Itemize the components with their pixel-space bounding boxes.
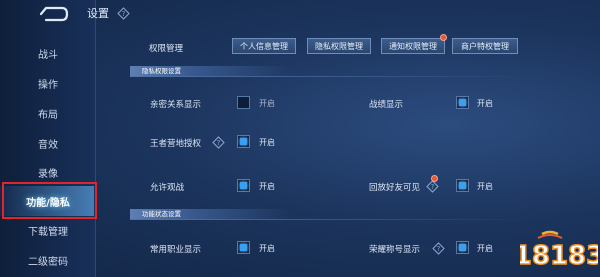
svg-text:?: ? (217, 139, 221, 147)
record-display-toggle-label: 开启 (477, 99, 493, 108)
record-display-checkbox[interactable] (456, 96, 469, 109)
merchant-privilege-button[interactable]: 商户特权管理 (452, 38, 518, 54)
help-icon[interactable]: ? (212, 136, 225, 149)
honor-title-display-label: 荣耀称号显示 (369, 245, 421, 255)
honor-title-display-checkbox[interactable] (456, 241, 469, 254)
personal-info-button[interactable]: 个人信息管理 (232, 38, 296, 54)
sidebar-item-replay[interactable]: 录像 (0, 162, 96, 182)
replay-friends-visible-label: 回放好友可见 (369, 183, 421, 193)
sidebar-item-label: 战斗 (38, 49, 58, 61)
section-header-function: 功能状态设置 (130, 209, 290, 219)
back-arrow-icon[interactable] (38, 5, 70, 23)
section-divider (130, 219, 530, 220)
intimacy-display-toggle-label: 开启 (259, 99, 275, 108)
permissions-label: 权限管理 (149, 44, 184, 54)
honor-title-display-toggle-label: 开启 (477, 244, 493, 253)
page-title: 设置 (87, 7, 109, 20)
camp-authorization-checkbox[interactable] (237, 135, 250, 148)
notification-dot (440, 34, 447, 41)
camp-authorization-toggle-label: 开启 (259, 138, 275, 147)
common-role-display-toggle-label: 开启 (259, 244, 275, 253)
sidebar-item-layout[interactable]: 布局 (0, 103, 96, 123)
sidebar-item-label: 音效 (38, 139, 58, 151)
intimacy-display-checkbox[interactable] (237, 96, 250, 109)
watermark-logo: 18183 (520, 230, 598, 272)
svg-text:?: ? (122, 10, 126, 18)
watermark-text: 18183 (520, 241, 598, 271)
privacy-permission-button[interactable]: 隐私权限管理 (307, 38, 371, 54)
help-icon[interactable]: ? (432, 242, 445, 255)
allow-spectate-toggle-label: 开启 (259, 182, 275, 191)
sidebar-item-controls[interactable]: 操作 (0, 73, 96, 93)
sidebar: 战斗 操作 布局 音效 录像 功能/隐私 下载管理 二级密码 (0, 0, 96, 277)
highlight-box (2, 182, 97, 219)
sidebar-item-label: 下载管理 (28, 226, 68, 238)
allow-spectate-label: 允许观战 (150, 183, 185, 193)
section-header-privacy: 隐私权限设置 (130, 66, 290, 76)
sidebar-item-label: 二级密码 (28, 256, 68, 268)
sidebar-item-battle[interactable]: 战斗 (0, 43, 96, 63)
replay-notification-dot (431, 175, 438, 182)
sidebar-item-label: 录像 (38, 168, 58, 180)
camp-authorization-label: 王者营地授权 (150, 139, 202, 149)
intimacy-display-label: 亲密关系显示 (150, 100, 202, 110)
sidebar-item-download[interactable]: 下载管理 (0, 220, 96, 240)
section-divider (130, 76, 530, 77)
sidebar-item-label: 操作 (38, 79, 58, 91)
allow-spectate-checkbox[interactable] (237, 179, 250, 192)
sidebar-item-sound[interactable]: 音效 (0, 133, 96, 153)
sidebar-item-secondary-password[interactable]: 二级密码 (0, 250, 96, 270)
replay-friends-visible-checkbox[interactable] (456, 179, 469, 192)
notification-permission-button[interactable]: 通知权限管理 (381, 38, 445, 54)
common-role-display-checkbox[interactable] (237, 241, 250, 254)
svg-text:?: ? (431, 183, 435, 191)
common-role-display-label: 常用职业显示 (150, 245, 202, 255)
record-display-label: 战绩显示 (369, 100, 404, 110)
help-icon[interactable]: ? (426, 180, 439, 193)
help-icon[interactable]: ? (117, 7, 130, 20)
replay-friends-visible-toggle-label: 开启 (477, 182, 493, 191)
svg-text:?: ? (437, 245, 441, 253)
sidebar-item-label: 布局 (38, 109, 58, 121)
